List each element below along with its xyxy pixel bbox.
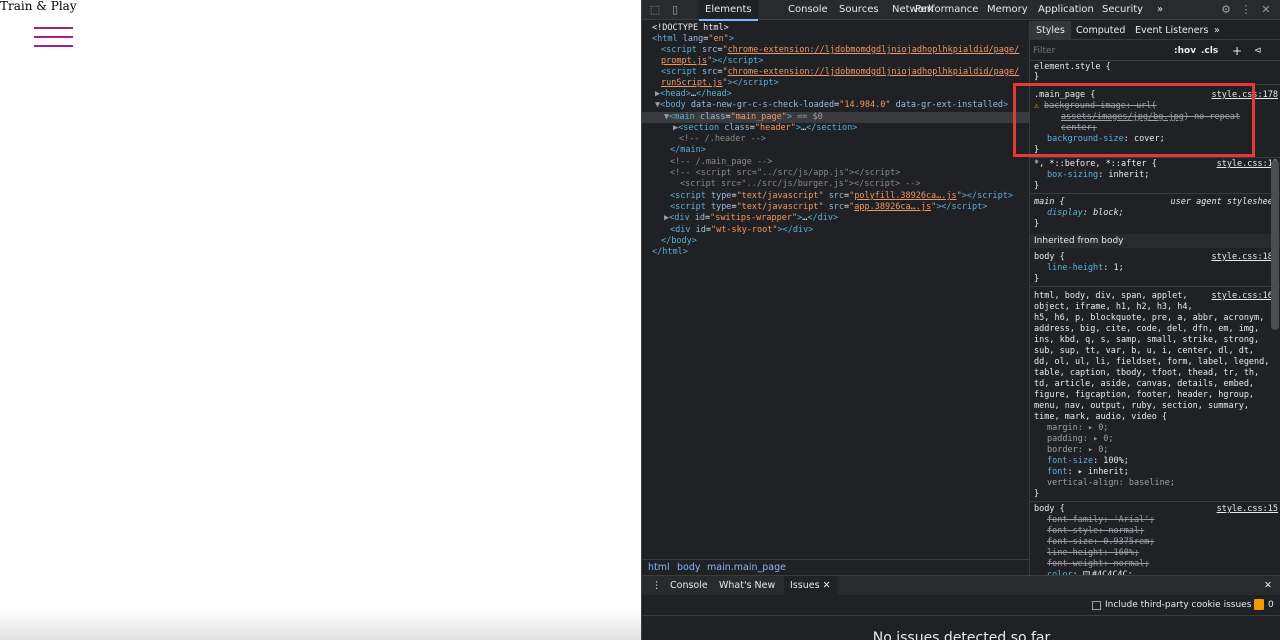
dom-node-line[interactable]: <!-- /.main_page --> [670, 157, 772, 168]
drawer-tab-whats-new[interactable]: What's New [719, 576, 775, 595]
breadcrumb: html body main.main_page [642, 559, 1029, 575]
tab-sources[interactable]: Sources [839, 0, 879, 20]
tab-elements[interactable]: Elements [699, 0, 758, 21]
styles-tabbar: Styles Computed Event Listeners » [1030, 21, 1280, 40]
drawer-tab-console[interactable]: Console [670, 576, 708, 595]
dom-node-line[interactable]: </main> [670, 145, 706, 156]
tab-memory[interactable]: Memory [987, 0, 1028, 20]
burger-menu-icon[interactable] [34, 27, 73, 49]
inspect-element-icon[interactable]: ⬚ [648, 3, 662, 17]
dom-node-line[interactable]: <!-- /.header --> [679, 134, 766, 145]
kebab-menu-icon[interactable]: ⋮ [1239, 3, 1253, 17]
drawer-close-icon[interactable]: ✕ [1264, 576, 1272, 595]
devtools-tabbar: ⬚ ▯ Elements Console Sources Network Per… [642, 0, 1280, 21]
cls-toggle[interactable]: .cls [1201, 44, 1218, 58]
issues-count: 0 [1268, 600, 1274, 610]
page-title: Train & Play [0, 0, 77, 13]
tab-computed[interactable]: Computed [1076, 21, 1125, 40]
settings-gear-icon[interactable]: ⚙ [1219, 3, 1233, 17]
breadcrumb-main[interactable]: main.main_page [707, 560, 786, 575]
tab-application[interactable]: Application [1038, 0, 1094, 20]
dom-node-line[interactable]: </body> [661, 236, 697, 247]
dom-node-line[interactable]: ▼<body data-new-gr-c-s-check-loaded="14.… [655, 100, 1008, 111]
close-issues-tab-icon[interactable]: ✕ [823, 580, 831, 591]
inherited-from-label: Inherited from body [1030, 234, 1280, 248]
tab-event-listeners[interactable]: Event Listeners [1135, 21, 1208, 40]
dom-node-line[interactable]: <script src="../src/js/burger.js"></scri… [680, 179, 921, 190]
breadcrumb-body[interactable]: body [677, 560, 701, 575]
dom-node-line[interactable]: <script type="text/javascript" src="app.… [670, 202, 987, 213]
issues-toolbar: Include third-party cookie issues 0 [642, 596, 1280, 616]
no-issues-message: No issues detected so far [872, 630, 1051, 640]
dom-tree: <!DOCTYPE html> <html lang="en"> <script s… [642, 21, 1029, 559]
dom-node-line[interactable]: ▶<div id="switips-wrapper">…</div> [664, 213, 838, 224]
dom-node-line[interactable]: <script type="text/javascript" src="poly… [670, 191, 1013, 202]
styles-filter-bar: :hov .cls + ⊲ [1030, 41, 1280, 61]
hov-toggle[interactable]: :hov [1174, 44, 1196, 58]
dom-node-line[interactable]: <!-- <script src="../src/js/app.js"></sc… [670, 168, 900, 179]
styles-more-icon[interactable]: » [1214, 21, 1220, 40]
dom-node-line[interactable]: <script src="chrome-extension://ljdobmom… [661, 67, 1019, 78]
close-icon[interactable]: ✕ [1259, 3, 1273, 17]
third-party-label: Include third-party cookie issues [1105, 600, 1252, 610]
third-party-checkbox[interactable] [1092, 601, 1101, 610]
styles-filter-input[interactable] [1033, 44, 1163, 58]
drawer-tab-issues[interactable]: Issues ✕ [784, 576, 837, 595]
breadcrumb-html[interactable]: html [648, 560, 670, 575]
more-tabs-icon[interactable]: » [1157, 0, 1163, 20]
dom-node-line[interactable]: <html lang="en"> [652, 34, 734, 45]
device-toolbar-icon[interactable]: ▯ [668, 3, 682, 17]
dom-node-line[interactable]: runScript.js"></script> [661, 78, 779, 89]
drawer-tabbar: ⋮ Console What's New Issues ✕ ✕ [642, 576, 1280, 595]
new-rule-icon[interactable]: + [1232, 44, 1242, 58]
tab-styles[interactable]: Styles [1030, 21, 1071, 40]
dom-node-line[interactable]: ▶<section class="header">…</section> [673, 123, 857, 134]
styles-scrollbar[interactable] [1271, 160, 1279, 330]
dom-node-line[interactable]: <script src="chrome-extension://ljdobmom… [661, 45, 1019, 56]
drawer-menu-icon[interactable]: ⋮ [652, 576, 662, 595]
toggle-sidebar-icon[interactable]: ⊲ [1254, 44, 1262, 58]
devtools-panel: ⬚ ▯ Elements Console Sources Network Per… [641, 0, 1280, 640]
tab-security[interactable]: Security [1102, 0, 1143, 20]
dom-node-line[interactable]: <!DOCTYPE html> [652, 23, 729, 34]
tab-performance[interactable]: Performance [915, 0, 978, 20]
dom-node-line[interactable]: </html> [652, 247, 688, 258]
page-viewport: Train & Play [0, 0, 641, 640]
dom-node-line[interactable]: prompt.js"></script> [661, 56, 763, 67]
devtools-drawer: ⋮ Console What's New Issues ✕ ✕ Include … [642, 575, 1280, 640]
dom-node-line[interactable]: ▼<main class="main_page"> == $0 [664, 112, 823, 123]
dom-node-line[interactable]: <div id="wt-sky-root"></div> [670, 225, 813, 236]
issues-flag-icon [1254, 599, 1264, 610]
dom-node-line[interactable]: ▶<head>…</head> [655, 89, 732, 100]
highlight-annotation [1013, 83, 1255, 157]
tab-console[interactable]: Console [788, 0, 828, 20]
